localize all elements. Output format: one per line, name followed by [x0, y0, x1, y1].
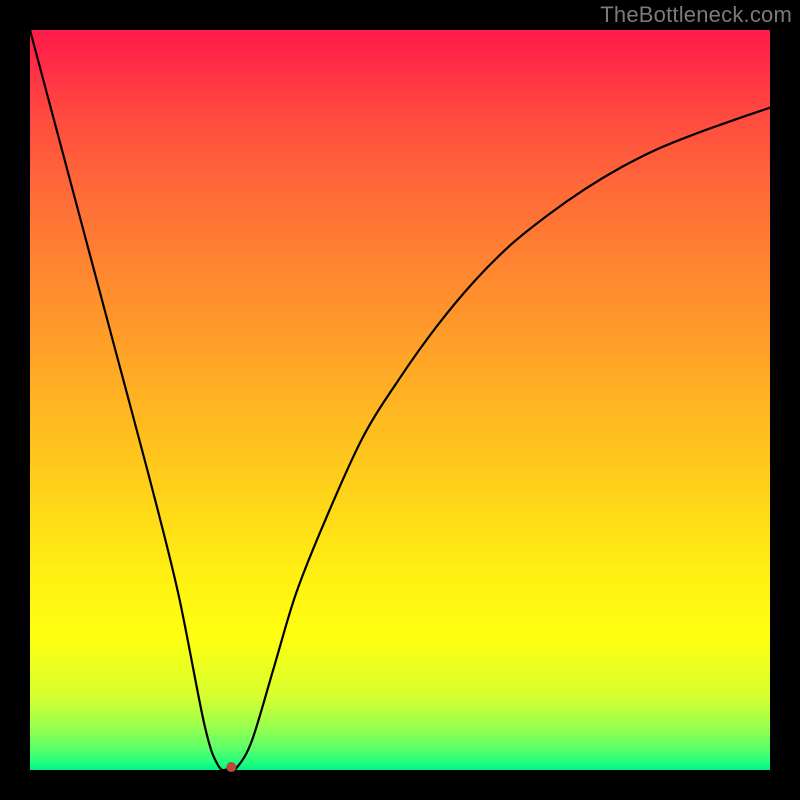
plot-area	[30, 30, 770, 770]
curve-svg	[30, 30, 770, 770]
bottleneck-curve	[30, 30, 770, 770]
chart-frame: TheBottleneck.com	[0, 0, 800, 800]
watermark-text: TheBottleneck.com	[600, 2, 792, 28]
minimum-marker	[226, 762, 236, 772]
